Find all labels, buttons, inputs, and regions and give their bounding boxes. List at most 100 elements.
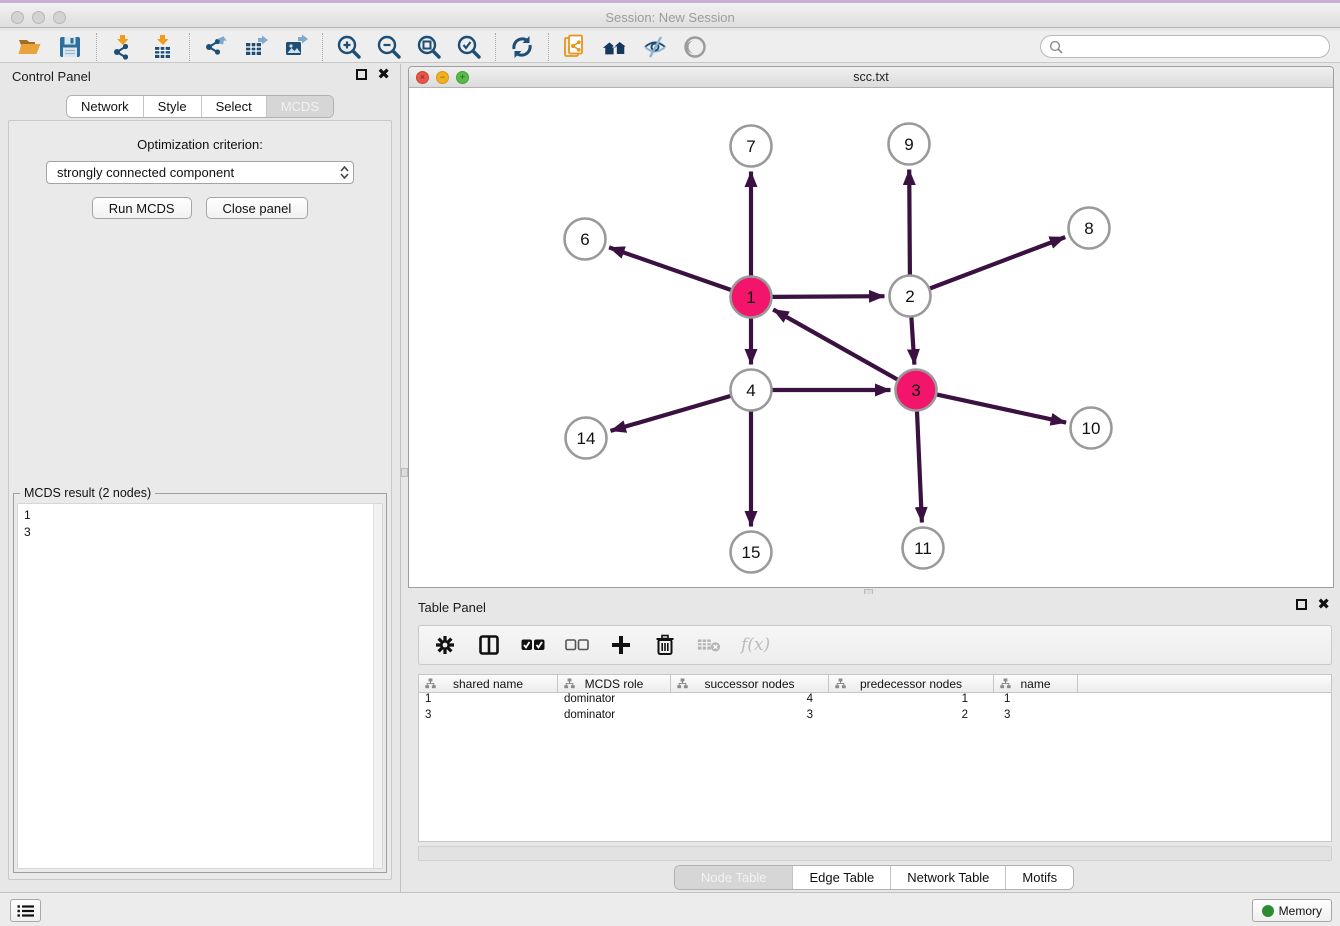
node-7[interactable]: 7 bbox=[731, 126, 772, 167]
table-cell[interactable]: 1 bbox=[829, 693, 994, 709]
new-network-from-selection-icon[interactable] bbox=[562, 34, 588, 60]
node-2[interactable]: 2 bbox=[890, 276, 931, 317]
edge-4-14[interactable] bbox=[611, 396, 731, 431]
memory-status-icon bbox=[1262, 905, 1274, 917]
svg-text:3: 3 bbox=[911, 381, 920, 400]
table-cell[interactable]: 3 bbox=[671, 709, 829, 725]
mcds-result-line: 1 bbox=[24, 507, 376, 524]
export-table-icon[interactable] bbox=[243, 34, 269, 60]
column-header-MCDS-role[interactable]: MCDS role bbox=[558, 675, 671, 692]
table-row[interactable]: 3dominator323 bbox=[419, 709, 1331, 725]
table-panel: Table Panel ✖ f(x) shared nameMCDS rol bbox=[408, 594, 1340, 892]
network-window-titlebar[interactable]: × − + scc.txt bbox=[409, 67, 1333, 88]
run-mcds-button[interactable]: Run MCDS bbox=[92, 197, 192, 219]
show-column-icon[interactable] bbox=[477, 633, 501, 657]
delete-table-icon[interactable] bbox=[697, 633, 721, 657]
edge-3-1[interactable] bbox=[773, 310, 897, 380]
control-panel-float-icon[interactable] bbox=[356, 69, 367, 80]
delete-row-icon[interactable] bbox=[653, 633, 677, 657]
table-cell[interactable]: 4 bbox=[671, 693, 829, 709]
control-panel-close-icon[interactable]: ✖ bbox=[377, 69, 390, 80]
zoom-selected-icon[interactable] bbox=[456, 34, 482, 60]
export-image-icon[interactable] bbox=[283, 34, 309, 60]
table-cell[interactable]: 3 bbox=[419, 709, 558, 725]
open-session-icon[interactable] bbox=[17, 34, 43, 60]
select-all-icon[interactable] bbox=[521, 633, 545, 657]
tab-style[interactable]: Style bbox=[144, 96, 202, 117]
tab-mcds[interactable]: MCDS bbox=[267, 96, 333, 117]
table-panel-float-icon[interactable] bbox=[1296, 599, 1307, 610]
node-15[interactable]: 15 bbox=[731, 532, 772, 573]
edge-3-10[interactable] bbox=[937, 395, 1066, 423]
table-cell[interactable]: dominator bbox=[558, 709, 671, 725]
edge-3-11[interactable] bbox=[917, 412, 922, 523]
attribute-type-icon bbox=[425, 678, 436, 692]
table-options-icon[interactable] bbox=[433, 633, 457, 657]
network-maximize-button[interactable]: + bbox=[456, 71, 469, 84]
tab-edge-table[interactable]: Edge Table bbox=[793, 866, 891, 889]
search-box[interactable] bbox=[1040, 35, 1330, 58]
first-neighbors-icon[interactable] bbox=[602, 34, 628, 60]
import-table-icon[interactable] bbox=[150, 34, 176, 60]
table-cell[interactable]: 1 bbox=[994, 693, 1078, 709]
zoom-in-icon[interactable] bbox=[336, 34, 362, 60]
import-network-icon[interactable] bbox=[110, 34, 136, 60]
node-11[interactable]: 11 bbox=[903, 528, 944, 569]
table-cell[interactable]: 1 bbox=[419, 693, 558, 709]
node-4[interactable]: 4 bbox=[731, 370, 772, 411]
vertical-splitter-handle[interactable] bbox=[401, 468, 408, 477]
edge-1-6[interactable] bbox=[609, 247, 731, 290]
node-6[interactable]: 6 bbox=[565, 219, 606, 260]
network-canvas[interactable]: 7 9 6 8 1 2 4 3 14 10 15 11 bbox=[409, 88, 1333, 587]
edge-1-2[interactable] bbox=[773, 296, 885, 297]
task-history-button[interactable] bbox=[10, 899, 41, 922]
node-9[interactable]: 9 bbox=[889, 124, 930, 165]
column-header-predecessor-nodes[interactable]: predecessor nodes bbox=[829, 675, 994, 692]
zoom-fit-icon[interactable] bbox=[416, 34, 442, 60]
zoom-out-icon[interactable] bbox=[376, 34, 402, 60]
show-all-icon[interactable] bbox=[682, 34, 708, 60]
search-input[interactable] bbox=[1068, 39, 1321, 55]
table-cell[interactable]: 2 bbox=[829, 709, 994, 725]
node-8[interactable]: 8 bbox=[1069, 208, 1110, 249]
tab-network[interactable]: Network bbox=[67, 96, 144, 117]
table-cell[interactable]: dominator bbox=[558, 693, 671, 709]
tab-motifs[interactable]: Motifs bbox=[1006, 866, 1073, 889]
mcds-result-scrollbar[interactable] bbox=[373, 504, 382, 868]
unselect-all-icon[interactable] bbox=[565, 633, 589, 657]
network-minimize-button[interactable]: − bbox=[436, 71, 449, 84]
edge-2-3[interactable] bbox=[911, 318, 914, 365]
add-row-icon[interactable] bbox=[609, 633, 633, 657]
table-panel-close-icon[interactable]: ✖ bbox=[1317, 599, 1330, 610]
column-header-shared-name[interactable]: shared name bbox=[419, 675, 558, 692]
search-icon bbox=[1049, 40, 1063, 54]
node-table: shared nameMCDS rolesuccessor nodesprede… bbox=[418, 674, 1332, 842]
tab-select[interactable]: Select bbox=[202, 96, 267, 117]
apply-layout-icon[interactable] bbox=[509, 34, 535, 60]
optimization-criterion-select[interactable]: strongly connected component bbox=[46, 161, 354, 184]
hide-selection-icon[interactable] bbox=[642, 34, 668, 60]
close-panel-button[interactable]: Close panel bbox=[206, 197, 309, 219]
node-1[interactable]: 1 bbox=[731, 277, 772, 318]
network-close-button[interactable]: × bbox=[416, 71, 429, 84]
table-row[interactable]: 1dominator411 bbox=[419, 693, 1331, 709]
mcds-result-textarea[interactable]: 13 bbox=[17, 503, 383, 869]
tab-network-table[interactable]: Network Table bbox=[891, 866, 1006, 889]
attribute-type-icon bbox=[1000, 678, 1011, 692]
column-header-successor-nodes[interactable]: successor nodes bbox=[671, 675, 829, 692]
save-session-icon[interactable] bbox=[57, 34, 83, 60]
tab-node-table[interactable]: Node Table bbox=[675, 866, 794, 889]
mcds-result-lines: 13 bbox=[18, 504, 382, 544]
function-builder-icon[interactable]: f(x) bbox=[741, 635, 770, 655]
memory-button[interactable]: Memory bbox=[1252, 899, 1332, 922]
node-14[interactable]: 14 bbox=[566, 418, 607, 459]
edge-2-8[interactable] bbox=[930, 237, 1065, 288]
node-3[interactable]: 3 bbox=[896, 370, 937, 411]
table-horizontal-scrollbar[interactable] bbox=[418, 846, 1332, 861]
edge-2-9[interactable] bbox=[909, 170, 910, 275]
export-network-icon[interactable] bbox=[203, 34, 229, 60]
column-header-name[interactable]: name bbox=[994, 675, 1078, 692]
main-toolbar bbox=[0, 31, 1340, 63]
table-cell[interactable]: 3 bbox=[994, 709, 1078, 725]
node-10[interactable]: 10 bbox=[1071, 408, 1112, 449]
